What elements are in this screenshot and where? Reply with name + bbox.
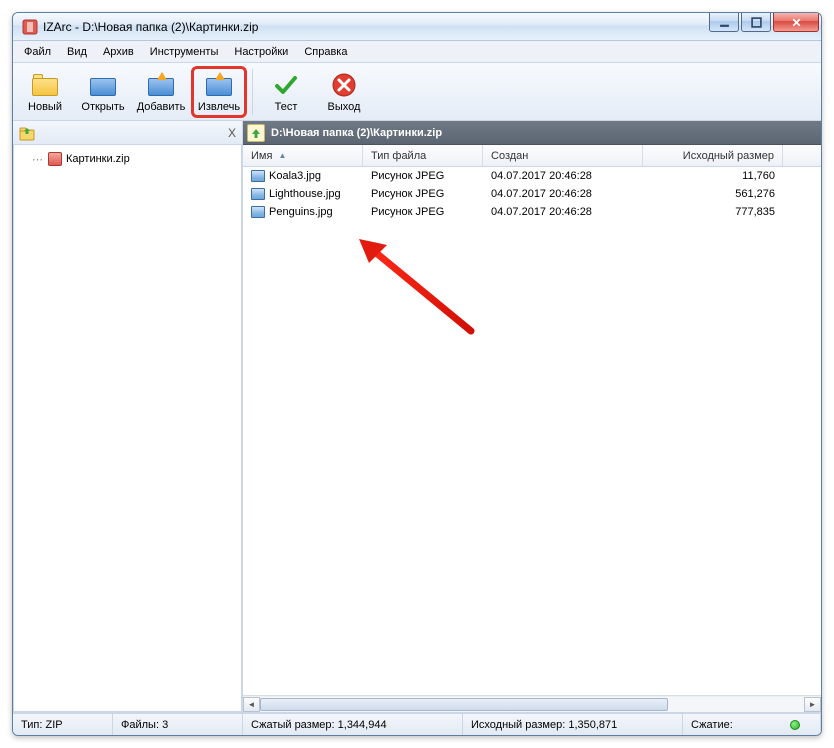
column-header-created[interactable]: Создан	[483, 145, 643, 166]
menu-view[interactable]: Вид	[60, 43, 94, 61]
new-folder-icon	[30, 71, 60, 99]
status-led-icon	[790, 720, 800, 730]
x-icon	[329, 71, 359, 99]
tree-body[interactable]: ⋯ Картинки.zip	[13, 145, 242, 712]
status-files: Файлы: 3	[113, 714, 243, 735]
scroll-thumb[interactable]	[260, 698, 668, 711]
scroll-right-button[interactable]: ►	[804, 697, 821, 712]
column-header-type[interactable]: Тип файла	[363, 145, 483, 166]
file-size: 11,760	[643, 170, 783, 182]
archive-icon	[48, 152, 62, 166]
column-header-size[interactable]: Исходный размер	[643, 145, 783, 166]
path-bar: D:\Новая папка (2)\Картинки.zip	[243, 121, 821, 145]
status-packed: Сжатый размер: 1,344,944	[243, 714, 463, 735]
file-type: Рисунок JPEG	[363, 206, 483, 218]
column-headers: Имя▲ Тип файла Создан Исходный размер	[243, 145, 821, 167]
file-created: 04.07.2017 20:46:28	[483, 188, 643, 200]
status-type: Тип: ZIP	[13, 714, 113, 735]
scroll-left-button[interactable]: ◄	[243, 697, 260, 712]
sort-asc-icon: ▲	[278, 151, 286, 160]
close-button[interactable]	[773, 13, 819, 32]
open-folder-icon	[88, 71, 118, 99]
file-size: 777,835	[643, 206, 783, 218]
tree-item-label: Картинки.zip	[66, 153, 130, 165]
app-icon	[22, 19, 38, 35]
horizontal-scrollbar[interactable]: ◄ ►	[243, 695, 821, 712]
file-name: Penguins.jpg	[269, 206, 333, 218]
toolbar: Новый Открыть Добавить Извлечь Тест Вы	[13, 63, 821, 121]
file-row[interactable]: Lighthouse.jpg Рисунок JPEG 04.07.2017 2…	[243, 185, 821, 203]
add-label: Добавить	[137, 101, 186, 113]
tree-header: X	[13, 121, 242, 145]
add-folder-icon	[146, 71, 176, 99]
folder-up-icon[interactable]	[19, 125, 35, 141]
file-name: Lighthouse.jpg	[269, 188, 341, 200]
menu-file[interactable]: Файл	[17, 43, 58, 61]
tree-panel: X ⋯ Картинки.zip	[13, 121, 243, 712]
tree-item-root[interactable]: ⋯ Картинки.zip	[18, 151, 237, 167]
extract-folder-icon	[204, 71, 234, 99]
tree-connector-icon: ⋯	[32, 153, 42, 166]
file-type: Рисунок JPEG	[363, 170, 483, 182]
file-created: 04.07.2017 20:46:28	[483, 170, 643, 182]
image-file-icon	[251, 206, 265, 218]
maximize-button[interactable]	[741, 13, 771, 32]
app-window: IZArc - D:\Новая папка (2)\Картинки.zip …	[12, 12, 822, 736]
new-button[interactable]: Новый	[17, 66, 73, 118]
statusbar: Тип: ZIP Файлы: 3 Сжатый размер: 1,344,9…	[13, 713, 821, 735]
file-size: 561,276	[643, 188, 783, 200]
path-text: D:\Новая папка (2)\Картинки.zip	[271, 127, 442, 139]
new-label: Новый	[28, 101, 62, 113]
file-created: 04.07.2017 20:46:28	[483, 206, 643, 218]
window-title: IZArc - D:\Новая папка (2)\Картинки.zip	[43, 20, 258, 34]
file-list[interactable]: Koala3.jpg Рисунок JPEG 04.07.2017 20:46…	[243, 167, 821, 695]
menu-tools[interactable]: Инструменты	[143, 43, 226, 61]
menu-settings[interactable]: Настройки	[227, 43, 295, 61]
check-icon	[271, 71, 301, 99]
extract-label: Извлечь	[198, 101, 240, 113]
test-button[interactable]: Тест	[258, 66, 314, 118]
menu-archive[interactable]: Архив	[96, 43, 141, 61]
exit-label: Выход	[328, 101, 361, 113]
scroll-track[interactable]	[260, 697, 804, 712]
file-row[interactable]: Koala3.jpg Рисунок JPEG 04.07.2017 20:46…	[243, 167, 821, 185]
test-label: Тест	[275, 101, 298, 113]
toolbar-separator	[252, 69, 253, 115]
status-ratio: Сжатие:	[683, 714, 821, 735]
image-file-icon	[251, 188, 265, 200]
exit-button[interactable]: Выход	[316, 66, 372, 118]
minimize-button[interactable]	[709, 13, 739, 32]
open-button[interactable]: Открыть	[75, 66, 131, 118]
status-orig: Исходный размер: 1,350,871	[463, 714, 683, 735]
extract-button[interactable]: Извлечь	[191, 66, 247, 118]
menu-help[interactable]: Справка	[297, 43, 354, 61]
file-type: Рисунок JPEG	[363, 188, 483, 200]
titlebar[interactable]: IZArc - D:\Новая папка (2)\Картинки.zip	[13, 13, 821, 41]
column-header-name[interactable]: Имя▲	[243, 145, 363, 166]
annotation-arrow	[353, 233, 483, 343]
open-label: Открыть	[81, 101, 124, 113]
image-file-icon	[251, 170, 265, 182]
menubar: Файл Вид Архив Инструменты Настройки Спр…	[13, 41, 821, 63]
tree-close-button[interactable]: X	[228, 126, 236, 140]
file-name: Koala3.jpg	[269, 170, 321, 182]
add-button[interactable]: Добавить	[133, 66, 189, 118]
main-panel: D:\Новая папка (2)\Картинки.zip Имя▲ Тип…	[243, 121, 821, 712]
path-up-button[interactable]	[247, 124, 265, 142]
file-row[interactable]: Penguins.jpg Рисунок JPEG 04.07.2017 20:…	[243, 203, 821, 221]
